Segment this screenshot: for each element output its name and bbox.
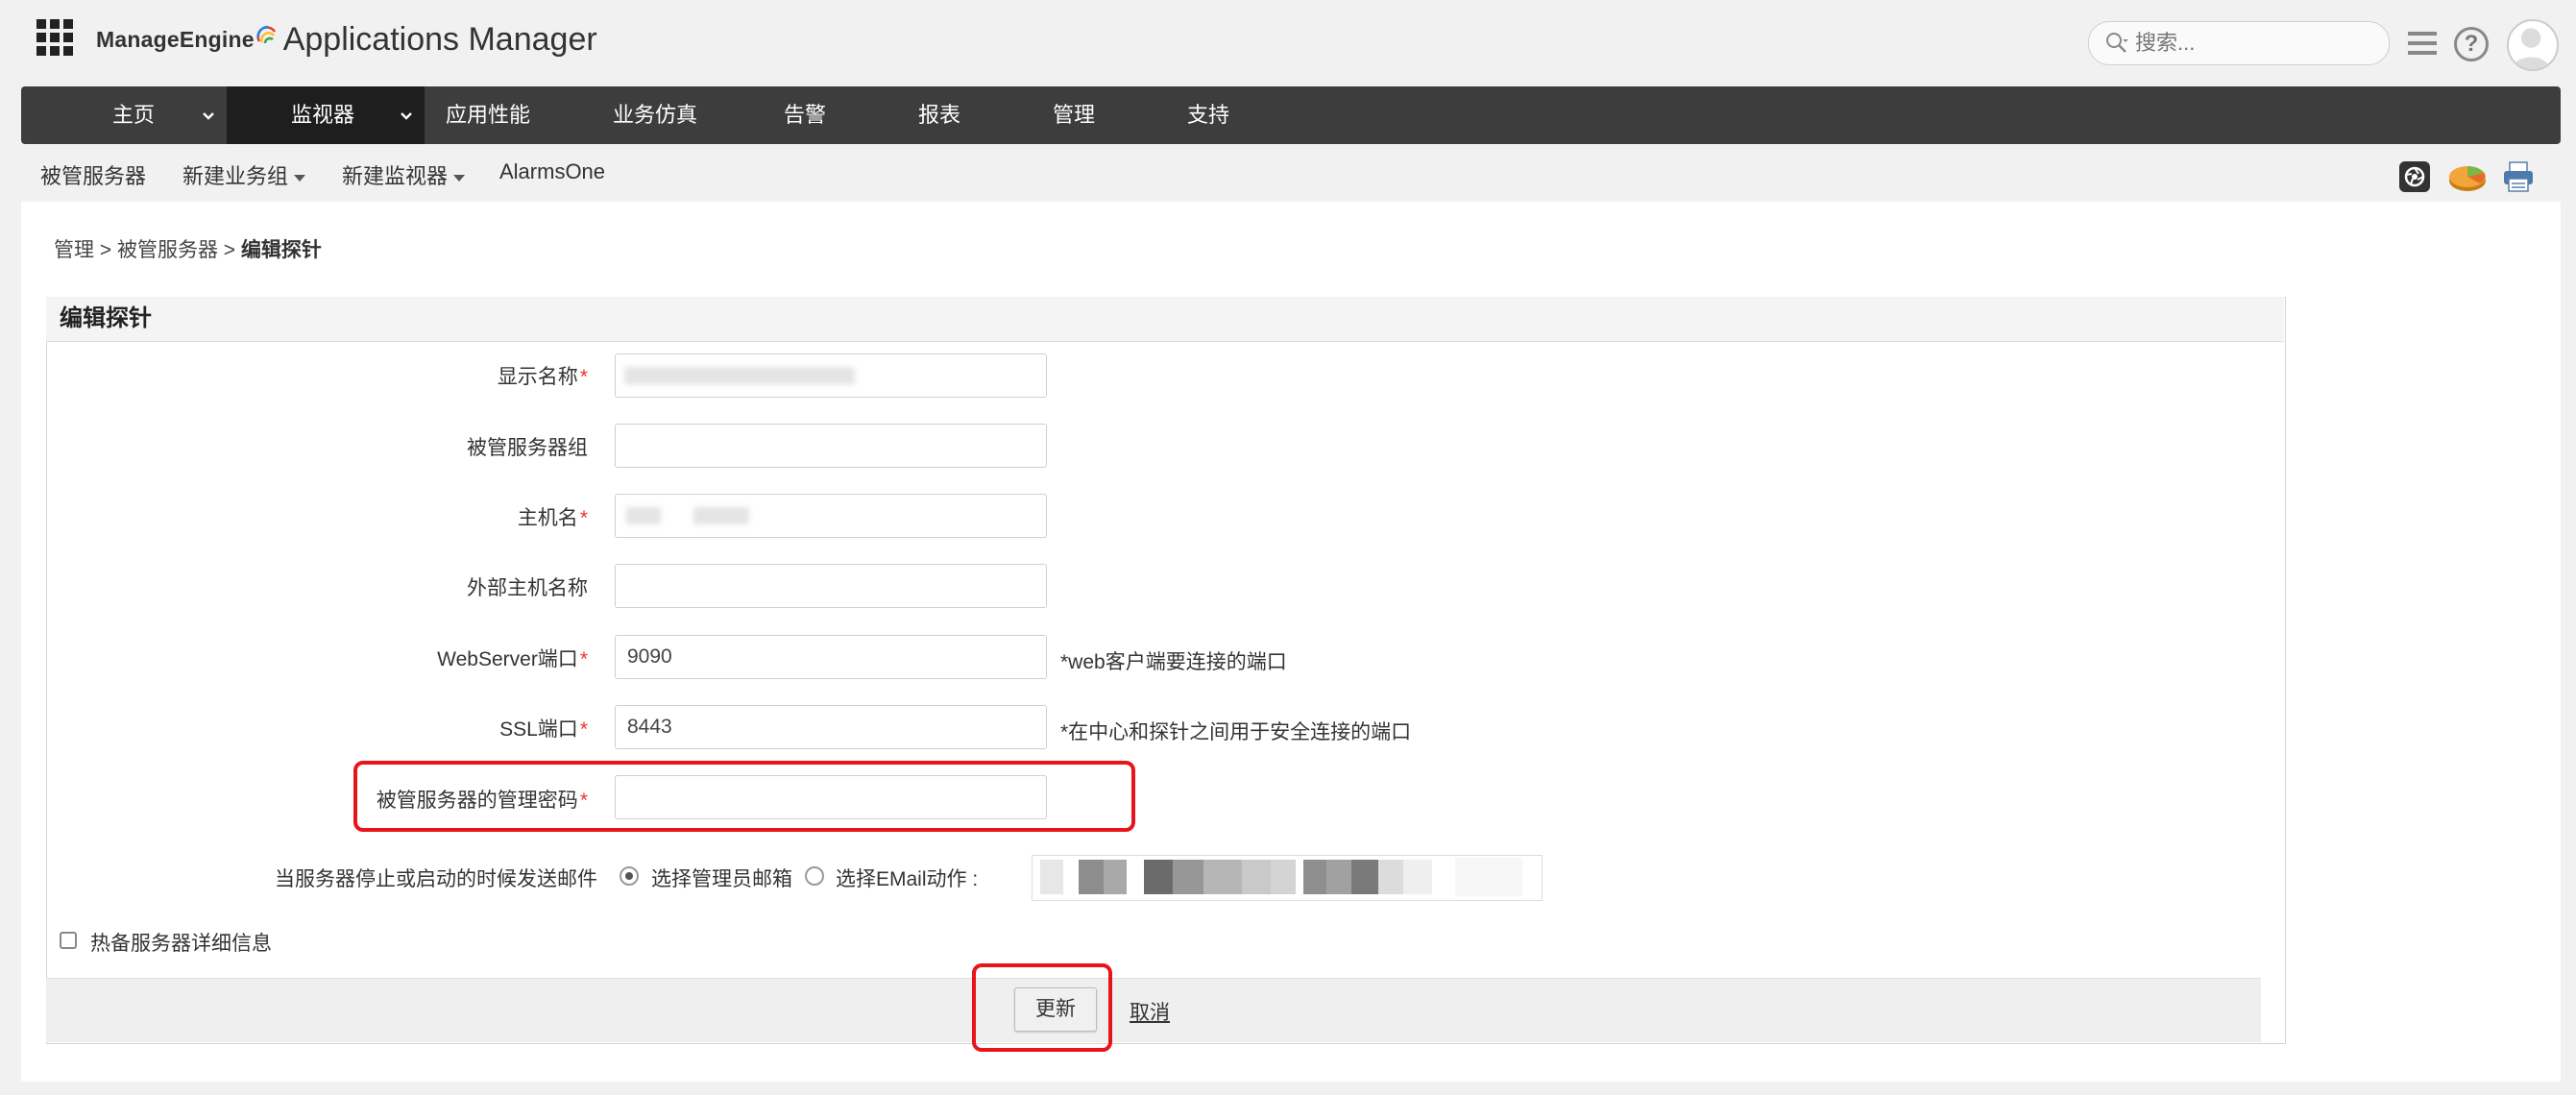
required-star: * xyxy=(579,648,588,670)
breadcrumb-separator: > xyxy=(223,239,236,261)
help-icon[interactable]: ? xyxy=(2454,27,2489,61)
nav-item-alarms[interactable]: 告警 xyxy=(784,86,826,144)
required-star: * xyxy=(579,718,588,741)
avatar[interactable] xyxy=(2507,19,2559,71)
breadcrumb-separator: > xyxy=(99,239,112,261)
radio-admin-email-label[interactable]: 选择管理员邮箱 xyxy=(651,864,792,892)
redacted-value xyxy=(693,507,749,524)
field-label-text: 显示名称 xyxy=(497,366,578,388)
email-notify-label: 当服务器停止或启动的时候发送邮件 xyxy=(275,868,597,890)
ssl-port-input[interactable] xyxy=(615,705,1047,749)
standby-details-label[interactable]: 热备服务器详细信息 xyxy=(90,928,272,957)
camera-icon[interactable] xyxy=(2397,159,2432,194)
hostname-label: 主机名* xyxy=(518,502,588,531)
subnav-label: AlarmsOne xyxy=(499,159,606,183)
nav-item-business-simulation[interactable]: 业务仿真 xyxy=(613,86,697,144)
nav-item-admin[interactable]: 管理 xyxy=(1053,86,1095,144)
breadcrumb-link-admin[interactable]: 管理 xyxy=(54,239,94,261)
printer-icon[interactable] xyxy=(2501,159,2536,194)
nav-item-monitors[interactable]: 监视器 xyxy=(227,86,425,144)
search-icon xyxy=(2106,33,2128,53)
external-hostname-label: 外部主机名称 xyxy=(467,572,588,601)
nav-item-app-performance[interactable]: 应用性能 xyxy=(446,86,530,144)
form-title: 编辑探针 xyxy=(46,297,2284,342)
required-star: * xyxy=(579,507,588,529)
dropdown-caret-icon xyxy=(453,174,466,182)
search-box[interactable] xyxy=(2088,21,2390,65)
app-grid-icon[interactable] xyxy=(36,19,75,58)
pie-chart-icon[interactable] xyxy=(2447,159,2488,194)
chevron-down-icon[interactable] xyxy=(401,111,412,121)
webserver-port-input[interactable] xyxy=(615,635,1047,679)
subnav-alarmsone[interactable]: AlarmsOne xyxy=(499,159,605,184)
menu-lines-icon[interactable] xyxy=(2406,29,2439,58)
nav-item-label: 主页 xyxy=(112,103,156,127)
subnav-new-business-group[interactable]: 新建业务组 xyxy=(182,159,306,190)
field-label-text: 被管服务器组 xyxy=(467,437,588,459)
nav-item-support[interactable]: 支持 xyxy=(1187,86,1229,144)
webserver-port-label: WebServer端口* xyxy=(437,644,588,672)
subnav-managed-servers[interactable]: 被管服务器 xyxy=(40,159,146,190)
highlight-admin-password xyxy=(353,761,1135,832)
server-group-input[interactable] xyxy=(615,424,1047,468)
email-action-select[interactable] xyxy=(1032,855,1543,901)
main-nav: 主页 监视器 应用性能 业务仿真 告警 报表 管理 支持 xyxy=(21,86,2561,144)
radio-email-action[interactable] xyxy=(805,866,824,886)
subnav-new-monitor[interactable]: 新建监视器 xyxy=(342,159,466,190)
required-star: * xyxy=(579,366,588,388)
ssl-port-label: SSL端口* xyxy=(499,714,588,742)
subnav-label: 新建业务组 xyxy=(182,164,289,188)
nav-item-home[interactable]: 主页 xyxy=(21,86,227,144)
standby-details-checkbox[interactable] xyxy=(60,932,77,949)
subnav-label: 被管服务器 xyxy=(40,164,147,188)
external-hostname-input[interactable] xyxy=(615,564,1047,608)
redacted-value xyxy=(626,507,661,524)
brand-swirl-icon xyxy=(256,25,276,44)
radio-email-action-label[interactable]: 选择EMail动作 : xyxy=(836,864,978,892)
ssl-port-hint: *在中心和探针之间用于安全连接的端口 xyxy=(1060,721,1412,743)
subnav-label: 新建监视器 xyxy=(342,164,449,188)
field-label-text: 主机名 xyxy=(517,507,578,529)
nav-item-label: 监视器 xyxy=(291,103,355,127)
redacted-value xyxy=(624,367,855,384)
highlight-update-button xyxy=(972,963,1112,1052)
user-icon xyxy=(2512,28,2550,69)
brand-logo: ManageEngine Applications Manager xyxy=(96,15,597,63)
webserver-port-hint: *web客户端要连接的端口 xyxy=(1060,651,1287,673)
breadcrumb-current: 编辑探针 xyxy=(240,239,322,261)
search-input[interactable] xyxy=(2133,30,2358,57)
cancel-link[interactable]: 取消 xyxy=(1130,997,1170,1026)
server-group-label: 被管服务器组 xyxy=(467,432,588,461)
chevron-down-icon[interactable] xyxy=(203,111,214,121)
product-name: Applications Manager xyxy=(282,20,597,58)
display-name-label: 显示名称* xyxy=(498,361,588,390)
field-label-text: WebServer端口 xyxy=(437,648,578,670)
company-name: ManageEngine xyxy=(96,26,255,52)
breadcrumb: 管理 > 被管服务器 > 编辑探针 xyxy=(54,234,322,263)
field-label-text: 外部主机名称 xyxy=(467,577,588,599)
radio-admin-email[interactable] xyxy=(620,866,639,886)
field-label-text: SSL端口 xyxy=(499,718,578,741)
hostname-input[interactable] xyxy=(615,494,1047,538)
nav-item-reports[interactable]: 报表 xyxy=(918,86,960,144)
dropdown-caret-icon xyxy=(294,174,306,182)
breadcrumb-link-managed-servers[interactable]: 被管服务器 xyxy=(117,239,218,261)
